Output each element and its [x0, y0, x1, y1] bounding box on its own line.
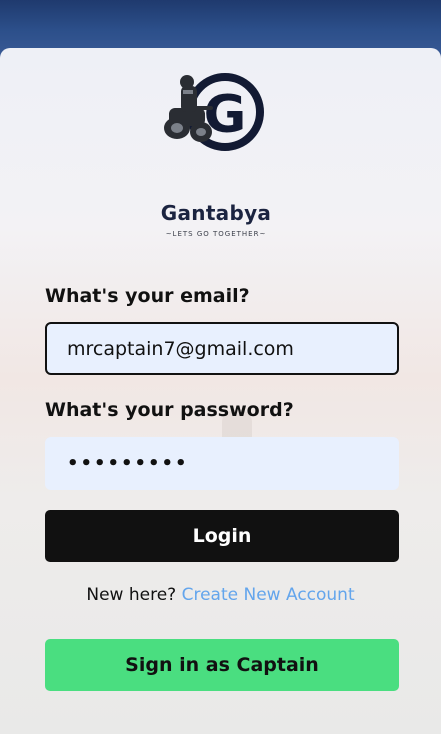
password-label: What's your password? — [45, 399, 294, 421]
gantabya-logo: G — [164, 73, 264, 151]
create-account-link[interactable]: Create New Account — [182, 585, 355, 605]
password-input[interactable]: ••••••••• — [45, 437, 399, 490]
captain-signin-button[interactable]: Sign in as Captain — [45, 639, 399, 691]
brand-name: Gantabya — [160, 201, 272, 225]
signup-prompt-text: New here? — [86, 585, 177, 605]
login-card: G Gantabya ~LETS GO TOGETHER~ What's you… — [0, 48, 441, 734]
email-input[interactable]: mrcaptain7@gmail.com — [45, 322, 399, 375]
signup-prompt: New here? Create New Account — [0, 585, 441, 605]
email-label: What's your email? — [45, 285, 250, 307]
login-button[interactable]: Login — [45, 510, 399, 562]
brand-tagline: ~LETS GO TOGETHER~ — [165, 230, 267, 238]
